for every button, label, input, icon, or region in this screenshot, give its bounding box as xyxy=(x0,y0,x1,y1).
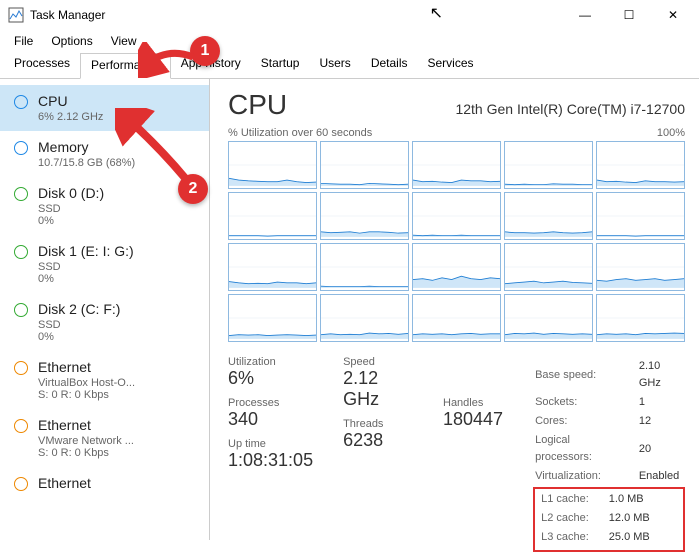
status-ring-icon xyxy=(14,141,28,155)
sidebar-item-disk-1-e-i-g-[interactable]: Disk 1 (E: I: G:) SSD0% xyxy=(0,235,209,293)
handles-value: 180447 xyxy=(443,409,503,430)
stat-placeholder xyxy=(443,368,503,389)
page-title: CPU xyxy=(228,89,287,121)
sidebar-item-sublabel: SSD0% xyxy=(38,319,120,343)
threads-label: Threads xyxy=(343,418,413,430)
sidebar-item-label: Ethernet xyxy=(38,417,134,433)
menu-file[interactable]: File xyxy=(6,32,41,50)
status-ring-icon xyxy=(14,245,28,259)
sidebar-item-label: Disk 2 (C: F:) xyxy=(38,301,120,317)
graph-label-left: % Utilization over 60 seconds xyxy=(228,127,372,139)
cpu-core-graph xyxy=(228,294,317,342)
title-bar: Task Manager ↖ ― ☐ ✕ xyxy=(0,0,699,30)
uptime-value: 1:08:31:05 xyxy=(228,450,313,471)
cpu-core-graph xyxy=(596,192,685,240)
cpu-core-graph xyxy=(412,294,501,342)
processes-value: 340 xyxy=(228,409,313,430)
sidebar-item-label: Disk 1 (E: I: G:) xyxy=(38,243,134,259)
graph-label-right: 100% xyxy=(657,127,685,139)
maximize-button[interactable]: ☐ xyxy=(607,0,651,30)
annotation-arrow-2 xyxy=(115,108,195,188)
processes-label: Processes xyxy=(228,397,313,409)
stat-placeholder xyxy=(443,356,503,368)
tab-startup[interactable]: Startup xyxy=(251,52,310,78)
cpu-core-graph xyxy=(412,192,501,240)
cpu-core-graph xyxy=(504,192,593,240)
speed-value: 2.12 GHz xyxy=(343,368,413,410)
sidebar-item-sublabel: VMware Network ...S: 0 R: 0 Kbps xyxy=(38,435,134,459)
tab-processes[interactable]: Processes xyxy=(4,52,80,78)
cpu-core-graph xyxy=(412,243,501,291)
main-panel: CPU 12th Gen Intel(R) Core(TM) i7-12700 … xyxy=(210,79,699,540)
tab-services[interactable]: Services xyxy=(418,52,484,78)
window-title: Task Manager xyxy=(30,8,105,22)
speed-label: Speed xyxy=(343,356,413,368)
sidebar-item-sublabel: SSD0% xyxy=(38,261,134,285)
cpu-core-graph xyxy=(320,243,409,291)
menu-options[interactable]: Options xyxy=(43,32,100,50)
minimize-button[interactable]: ― xyxy=(563,0,607,30)
cpu-core-graph xyxy=(504,141,593,189)
cpu-core-graph xyxy=(320,294,409,342)
cpu-core-graph xyxy=(320,141,409,189)
sidebar-item-disk-2-c-f-[interactable]: Disk 2 (C: F:) SSD0% xyxy=(0,293,209,351)
sidebar-item-label: Ethernet xyxy=(38,475,91,491)
cpu-core-graph xyxy=(228,141,317,189)
cache-highlight-box: L1 cache:1.0 MB L2 cache:12.0 MB L3 cach… xyxy=(533,487,685,552)
details-table: Base speed:2.10 GHz Sockets:1 Cores:12 L… xyxy=(533,356,685,487)
sidebar-item-ethernet[interactable]: Ethernet xyxy=(0,467,209,501)
tab-details[interactable]: Details xyxy=(361,52,418,78)
sidebar-item-label: Ethernet xyxy=(38,359,135,375)
handles-label: Handles xyxy=(443,397,503,409)
sidebar-item-ethernet[interactable]: Ethernet VirtualBox Host-O...S: 0 R: 0 Kb… xyxy=(0,351,209,409)
app-icon xyxy=(8,7,24,23)
threads-value: 6238 xyxy=(343,430,413,451)
close-button[interactable]: ✕ xyxy=(651,0,695,30)
status-ring-icon xyxy=(14,303,28,317)
cpu-model: 12th Gen Intel(R) Core(TM) i7-12700 xyxy=(455,101,685,117)
cpu-core-graph xyxy=(504,294,593,342)
cpu-core-graph xyxy=(596,141,685,189)
menu-bar: File Options View xyxy=(0,30,699,52)
tab-bar: Processes Performance App history Startu… xyxy=(0,52,699,79)
status-ring-icon xyxy=(14,95,28,109)
cpu-core-graph xyxy=(228,192,317,240)
cpu-graph-grid xyxy=(228,141,685,342)
cpu-core-graph xyxy=(228,243,317,291)
status-ring-icon xyxy=(14,187,28,201)
cpu-core-graph xyxy=(320,192,409,240)
cpu-core-graph xyxy=(412,141,501,189)
utilization-label: Utilization xyxy=(228,356,313,368)
status-ring-icon xyxy=(14,419,28,433)
cpu-core-graph xyxy=(596,243,685,291)
annotation-arrow-1 xyxy=(138,42,198,78)
sidebar-item-label: CPU xyxy=(38,93,103,109)
cpu-core-graph xyxy=(596,294,685,342)
sidebar-item-sublabel: 6% 2.12 GHz xyxy=(38,111,103,123)
cursor-icon: ↖ xyxy=(430,3,443,23)
sidebar-item-sublabel: SSD0% xyxy=(38,203,104,227)
cpu-core-graph xyxy=(504,243,593,291)
uptime-label: Up time xyxy=(228,438,313,450)
tab-users[interactable]: Users xyxy=(309,52,360,78)
sidebar-item-label: Disk 0 (D:) xyxy=(38,185,104,201)
sidebar-item-sublabel: VirtualBox Host-O...S: 0 R: 0 Kbps xyxy=(38,377,135,401)
sidebar-item-ethernet[interactable]: Ethernet VMware Network ...S: 0 R: 0 Kbps xyxy=(0,409,209,467)
status-ring-icon xyxy=(14,361,28,375)
utilization-value: 6% xyxy=(228,368,313,389)
status-ring-icon xyxy=(14,477,28,491)
